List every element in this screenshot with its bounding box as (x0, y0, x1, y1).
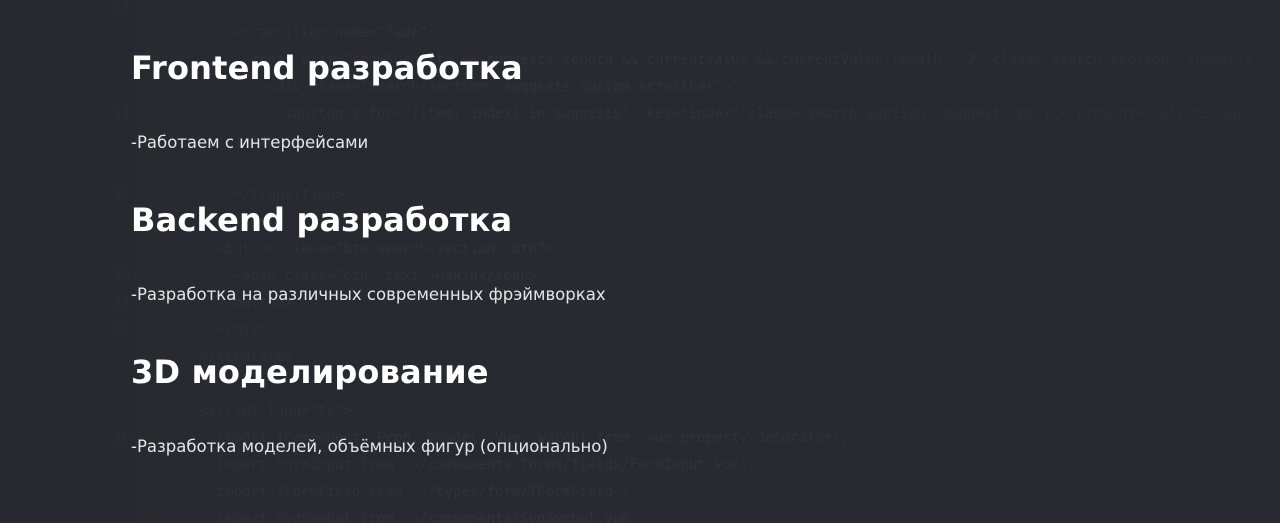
service-title: Backend разработка (131, 201, 513, 239)
service-3d-modeling: 3D моделирование -Разработка моделей, об… (131, 353, 608, 455)
line-number: 11 (113, 0, 130, 14)
service-description: -Работаем с интерфейсами (131, 133, 369, 152)
line-number: 21 (113, 295, 130, 311)
line-number: 26 (113, 430, 130, 446)
services-list: Frontend разработка -Работаем с интерфей… (131, 0, 1280, 523)
service-frontend: Frontend разработка -Работаем с интерфей… (131, 49, 523, 151)
service-description: -Разработка моделей, объёмных фигур (опц… (131, 437, 608, 456)
line-number: 20 (113, 268, 130, 284)
line-number: 22 (113, 322, 130, 338)
line-number: 17 (113, 187, 130, 203)
service-title: Frontend разработка (131, 49, 523, 87)
service-title: 3D моделирование (131, 353, 489, 391)
line-number: 14 (113, 106, 130, 122)
service-backend: Backend разработка -Разработка на различ… (131, 201, 606, 303)
service-description: -Разработка на различных современных фрэ… (131, 285, 606, 304)
